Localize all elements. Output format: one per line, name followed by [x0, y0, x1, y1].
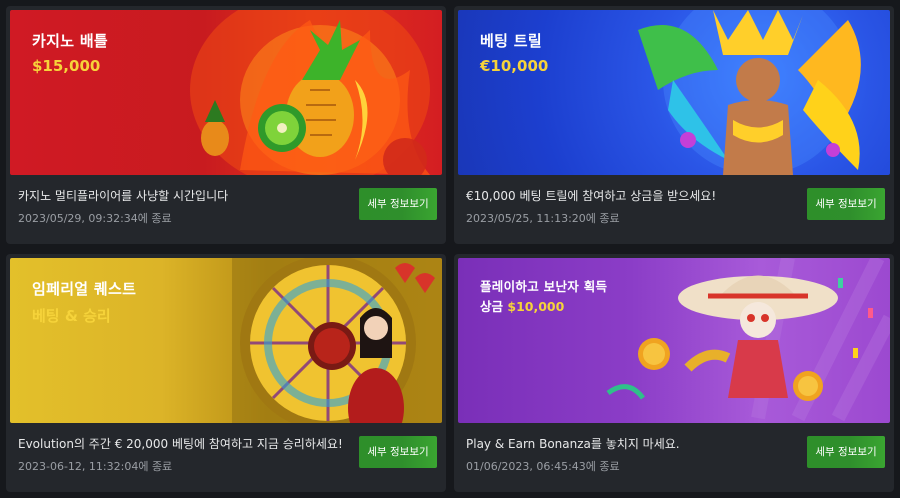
promotion-card-imperial-quest: 임페리얼 퀘스트 베팅 & 승리 Evolution의 주간 € 20,000 …: [6, 254, 446, 492]
promotion-card-play-earn-bonanza: 플레이하고 보난자 획득 상금 $10,000 Play & Earn Bona…: [454, 254, 894, 492]
banner-prize: 상금 $10,000: [480, 296, 564, 315]
banner-title: 플레이하고 보난자 획득: [480, 279, 608, 294]
promotion-end-date: 01/06/2023, 06:45:43에 종료: [466, 460, 620, 473]
promotion-info: 카지노 멀티플라이어를 사냥할 시간입니다 2023/05/29, 09:32:…: [18, 187, 348, 226]
promotion-info: €10,000 베팅 트릴에 참여하고 상금을 받으세요! 2023/05/25…: [466, 187, 796, 226]
banner-prize-amount: $10,000: [507, 299, 565, 314]
promotion-end-date: 2023/05/29, 09:32:34에 종료: [18, 212, 172, 225]
promotion-card-betting-thrill: 베팅 트릴 €10,000 €10,000 베팅 트릴에 참여하고 상금을 받으…: [454, 6, 894, 244]
banner-title: 임페리얼 퀘스트: [32, 280, 137, 298]
promotion-banner[interactable]: 베팅 트릴 €10,000: [458, 10, 890, 175]
promotions-grid: 카지노 배틀 $15,000 카지노 멀티플라이어를 사냥할 시간입니다 202…: [0, 0, 900, 498]
promotion-info: Evolution의 주간 € 20,000 베팅에 참여하고 지금 승리하세요…: [18, 435, 348, 474]
promotion-description: Play & Earn Bonanza를 놓치지 마세요.: [466, 437, 680, 451]
promotion-banner[interactable]: 카지노 배틀 $15,000: [10, 10, 442, 175]
promotion-description: €10,000 베팅 트릴에 참여하고 상금을 받으세요!: [466, 189, 717, 203]
banner-title: 베팅 트릴: [480, 32, 542, 50]
banner-prize: €10,000: [480, 57, 549, 75]
banner-prize: $15,000: [32, 57, 101, 75]
view-details-button[interactable]: 세부 정보보기: [359, 436, 437, 468]
promotion-description: Evolution의 주간 € 20,000 베팅에 참여하고 지금 승리하세요…: [18, 437, 343, 451]
banner-subtitle: 베팅 & 승리: [32, 307, 111, 325]
banner-title: 카지노 배틀: [32, 32, 109, 50]
promotion-end-date: 2023-06-12, 11:32:04에 종료: [18, 460, 173, 473]
promotion-description: 카지노 멀티플라이어를 사냥할 시간입니다: [18, 189, 229, 203]
promotion-info: Play & Earn Bonanza를 놓치지 마세요. 01/06/2023…: [466, 435, 796, 474]
promotion-card-casino-battle: 카지노 배틀 $15,000 카지노 멀티플라이어를 사냥할 시간입니다 202…: [6, 6, 446, 244]
banner-prize-prefix: 상금: [480, 299, 504, 314]
promotion-banner[interactable]: 임페리얼 퀘스트 베팅 & 승리: [10, 258, 442, 423]
view-details-button[interactable]: 세부 정보보기: [359, 188, 437, 220]
promotion-banner[interactable]: 플레이하고 보난자 획득 상금 $10,000: [458, 258, 890, 423]
promotion-end-date: 2023/05/25, 11:13:20에 종료: [466, 212, 620, 225]
view-details-button[interactable]: 세부 정보보기: [807, 188, 885, 220]
view-details-button[interactable]: 세부 정보보기: [807, 436, 885, 468]
